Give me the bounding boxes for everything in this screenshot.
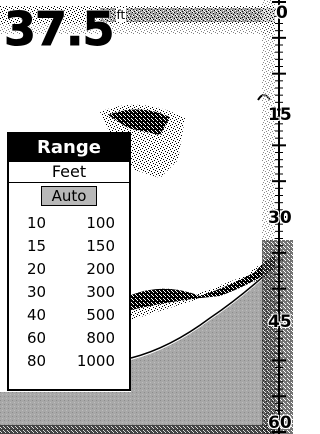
range-option-high[interactable]: 1000 (77, 350, 115, 373)
range-option-low[interactable]: 15 (27, 235, 46, 258)
scale-label-30: 30 (268, 208, 292, 228)
range-option-high[interactable]: 500 (86, 304, 115, 327)
range-option-row[interactable]: 60 800 (9, 327, 129, 350)
scale-label-60: 60 (268, 413, 292, 433)
range-option-high[interactable]: 150 (86, 235, 115, 258)
range-option-low[interactable]: 30 (27, 281, 46, 304)
depth-unit: ft (115, 8, 127, 22)
range-option-row[interactable]: 20 200 (9, 258, 129, 281)
scale-label-45: 45 (268, 312, 292, 332)
range-option-row[interactable]: 30 300 (9, 281, 129, 304)
depth-value: 37.5 (4, 2, 115, 56)
range-option-low[interactable]: 10 (27, 212, 46, 235)
range-option-high[interactable]: 800 (86, 327, 115, 350)
sonar-screen: 37.5 ft 0 15 30 45 60 Range Feet Auto 10… (0, 0, 293, 434)
range-option-low[interactable]: 40 (27, 304, 46, 327)
range-option-low[interactable]: 80 (27, 350, 46, 373)
range-option-row[interactable]: 10 100 (9, 212, 129, 235)
range-option-low[interactable]: 60 (27, 327, 46, 350)
range-option-high[interactable]: 300 (86, 281, 115, 304)
range-menu: Range Feet Auto 10 100 15 150 20 200 30 … (7, 132, 131, 391)
scale-label-0: 0 (276, 3, 288, 23)
range-option-high[interactable]: 200 (86, 258, 115, 281)
range-option-auto[interactable]: Auto (41, 186, 97, 206)
range-option-low[interactable]: 20 (27, 258, 46, 281)
scale-label-15: 15 (268, 105, 292, 125)
range-option-high[interactable]: 100 (86, 212, 115, 235)
range-option-row[interactable]: 15 150 (9, 235, 129, 258)
depth-readout: 37.5 ft (4, 2, 127, 56)
range-option-row[interactable]: 40 500 (9, 304, 129, 327)
range-menu-units[interactable]: Feet (9, 162, 129, 183)
range-menu-title: Range (9, 134, 129, 162)
range-option-row[interactable]: 80 1000 (9, 350, 129, 373)
